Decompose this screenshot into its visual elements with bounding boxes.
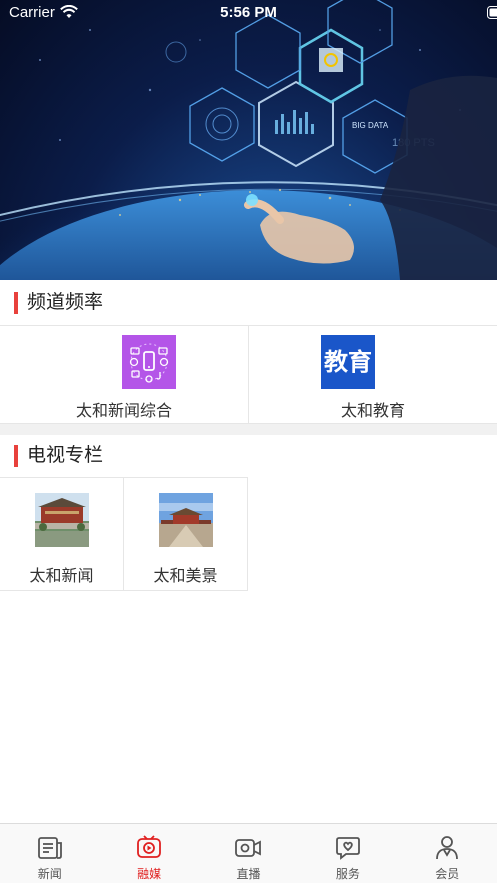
channel-section-header: 频道频率: [0, 280, 497, 326]
section-gap: [0, 424, 497, 435]
channel-item-label: 太和新闻综合: [75, 403, 172, 420]
section-accent-bar: [14, 292, 18, 314]
palace-square-photo: [159, 493, 213, 547]
tv-item-label: 太和新闻: [29, 568, 94, 585]
user-icon: [433, 834, 461, 862]
status-time: 5:56 PM: [220, 4, 277, 21]
tv-section-header: 电视专栏: [0, 435, 497, 481]
tab-service[interactable]: 服务: [298, 824, 397, 883]
status-bar: Carrier 5:56 PM: [0, 0, 497, 26]
tv-item-scenery[interactable]: 太和美景: [124, 478, 248, 591]
tv-item-label: 太和美景: [153, 568, 218, 585]
hero-banner[interactable]: BIG DATA 180 PTS Carrier 5:56 PM: [0, 0, 497, 280]
channel-item-news[interactable]: 太和新闻综合: [0, 326, 249, 424]
tab-label: 融媒: [137, 867, 162, 881]
media-apps-icon: [122, 335, 176, 389]
tab-member[interactable]: 会员: [398, 824, 497, 883]
video-camera-icon: [234, 834, 262, 862]
channel-section-title: 频道频率: [27, 292, 104, 313]
hero-image: BIG DATA 180 PTS: [0, 0, 497, 280]
newspaper-icon: [36, 834, 64, 862]
tab-media[interactable]: 融媒: [99, 824, 198, 883]
section-accent-bar: [14, 445, 18, 467]
media-play-icon: [135, 834, 163, 862]
tab-label: 新闻: [37, 867, 62, 881]
tab-live[interactable]: 直播: [199, 824, 298, 883]
tab-news[interactable]: 新闻: [0, 824, 99, 883]
tab-label: 服务: [335, 867, 360, 881]
tab-label: 会员: [435, 867, 460, 881]
tv-section-title: 电视专栏: [27, 445, 104, 466]
channel-item-education[interactable]: 教育 太和教育: [249, 326, 497, 424]
tab-bar: 新闻 融媒 直播 服务 会员: [0, 823, 497, 883]
tab-label: 直播: [236, 867, 261, 881]
heart-message-icon: [334, 834, 362, 862]
education-logo-icon: 教育: [321, 335, 375, 389]
tv-item-news[interactable]: 太和新闻: [0, 478, 124, 591]
palace-photo: [35, 493, 89, 547]
big-data-text: BIG DATA: [352, 121, 389, 130]
channel-item-label: 太和教育: [340, 403, 405, 420]
